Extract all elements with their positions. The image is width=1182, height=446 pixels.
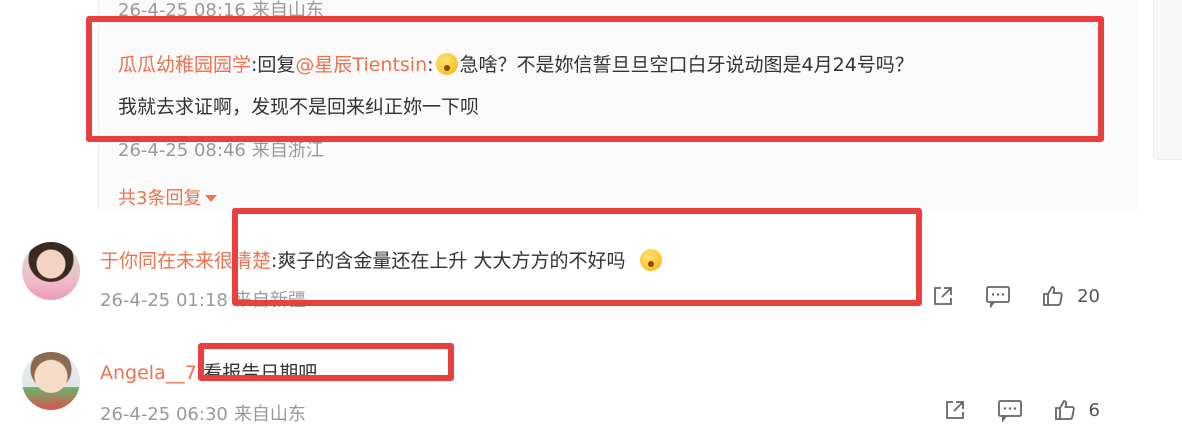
comment-text: :爽子的含金量还在上升 大大方方的不好吗 [271, 250, 626, 272]
comment-actions: 20 [901, 284, 1100, 308]
reply-source: 来自浙江 [251, 140, 324, 161]
comment-button[interactable] [997, 398, 1023, 422]
thumbs-up-icon [1043, 286, 1063, 306]
comment-item: 于你同在未来很清楚:爽子的含金量还在上升 大大方方的不好吗 26-4-25 01… [0, 226, 1182, 326]
more-replies-toggle[interactable]: 共3条回复 [118, 184, 218, 210]
reply-content: 瓜瓜幼稚园园学:回复@星辰Tientsin: 急啥？不是妳信誓旦旦空口白牙说动图是… [118, 44, 1108, 128]
comment-actions: 6 [913, 398, 1100, 422]
caret-down-icon [205, 195, 218, 202]
comment-meta: 26-4-25 06:30 来自山东 [100, 400, 306, 426]
comment-author-link[interactable]: Angela__7 [100, 362, 197, 384]
comment-icon [986, 286, 1010, 308]
like-count: 20 [1077, 285, 1100, 307]
avatar[interactable] [22, 242, 80, 300]
reply-thread: 26-4-25 08:16 来自山东 瓜瓜幼稚园园学:回复@星辰Tientsin:… [98, 0, 1138, 210]
side-panel-edge [1153, 0, 1182, 160]
comment-item: Angela__7:看报告日期吧 26-4-25 06:30 来自山东 6 [0, 338, 1182, 438]
like-count: 6 [1088, 399, 1100, 421]
share-button[interactable] [931, 284, 955, 308]
reply-text-line-2: 我就去求证啊，发现不是回来纠正妳一下呗 [118, 96, 480, 118]
share-icon [934, 287, 952, 305]
reply-author-link[interactable]: 瓜瓜幼稚园园学 [118, 54, 251, 76]
comment-body: Angela__7:看报告日期吧 [100, 358, 317, 385]
like-button[interactable]: 6 [1053, 398, 1100, 422]
comment-meta: 26-4-25 01:18 来自新疆 [100, 286, 306, 312]
top-reply-date: 26-4-25 08:16 [118, 0, 246, 21]
comment-date: 26-4-25 01:18 [100, 290, 228, 311]
comment-date: 26-4-25 06:30 [100, 404, 228, 425]
thumbs-up-icon [1054, 400, 1075, 420]
laugh-cry-icon [639, 249, 662, 271]
comment-body: 于你同在未来很清楚:爽子的含金量还在上升 大大方方的不好吗 [100, 246, 664, 273]
top-reply-source: 来自山东 [251, 0, 324, 21]
share-icon [945, 401, 964, 419]
top-reply-meta: 26-4-25 08:16 来自山东 [118, 0, 324, 22]
reply-meta: 26-4-25 08:46 来自浙江 [118, 136, 324, 162]
comment-icon [997, 400, 1022, 422]
comment-source: 来自山东 [233, 404, 306, 425]
reply-separator: :回复 [251, 54, 296, 76]
avatar[interactable] [22, 352, 80, 410]
shocked-face-icon [435, 53, 458, 75]
share-button[interactable] [943, 398, 967, 422]
comment-source: 来自新疆 [233, 290, 306, 311]
reply-date: 26-4-25 08:46 [118, 140, 246, 161]
reply-mention-link[interactable]: @星辰Tientsin [295, 54, 427, 76]
comment-text: :看报告日期吧 [196, 362, 318, 384]
more-replies-label: 共3条回复 [118, 188, 202, 209]
comment-author-link[interactable]: 于你同在未来很清楚 [100, 250, 271, 272]
comment-button[interactable] [985, 284, 1011, 308]
reply-colon: : [427, 54, 434, 76]
reply-text-line-1: 急啥？不是妳信誓旦旦空口白牙说动图是4月24号吗？ [459, 54, 914, 76]
like-button[interactable]: 20 [1041, 284, 1100, 308]
